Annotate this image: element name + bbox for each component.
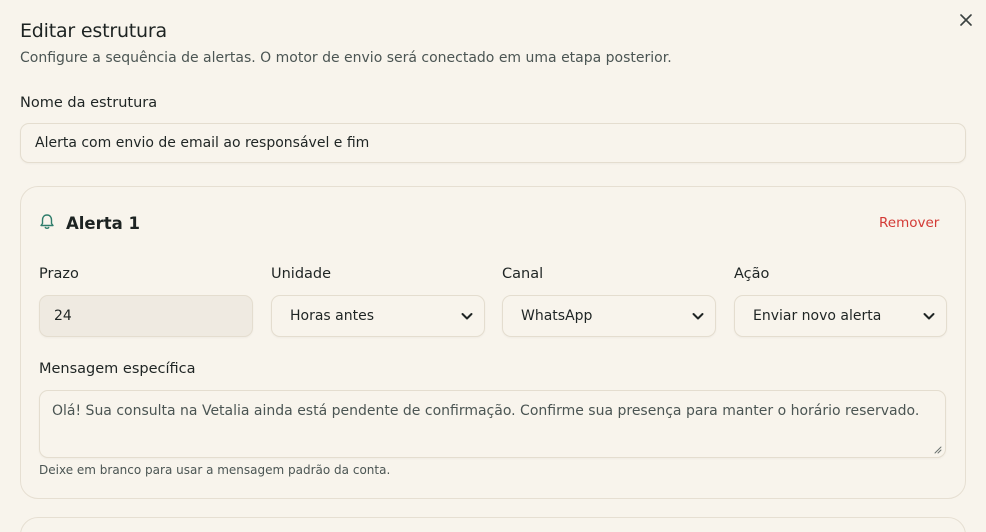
- canal-select[interactable]: WhatsApp: [502, 295, 716, 337]
- edit-structure-dialog: Editar estrutura Configure a sequência d…: [0, 0, 986, 532]
- acao-select[interactable]: Enviar novo alerta: [734, 295, 947, 337]
- prazo-label: Prazo: [39, 266, 79, 282]
- canal-label: Canal: [502, 266, 544, 282]
- chevron-down-icon: [461, 313, 473, 320]
- chevron-down-icon: [692, 313, 704, 320]
- structure-name-label: Nome da estrutura: [20, 95, 158, 111]
- close-icon: [960, 14, 972, 26]
- close-button[interactable]: [957, 11, 975, 29]
- next-alert-card: [20, 517, 966, 532]
- alert-title: Alerta 1: [66, 214, 141, 233]
- resize-handle-icon[interactable]: [932, 444, 942, 454]
- message-textarea[interactable]: Olá! Sua consulta na Vetalia ainda está …: [39, 390, 946, 458]
- unidade-label: Unidade: [271, 266, 332, 282]
- acao-label: Ação: [734, 266, 770, 282]
- dialog-title: Editar estrutura: [20, 20, 167, 42]
- bell-icon: [40, 214, 54, 229]
- remove-alert-button[interactable]: Remover: [879, 215, 939, 231]
- message-hint: Deixe em branco para usar a mensagem pad…: [39, 463, 391, 477]
- message-label: Mensagem específica: [39, 361, 196, 377]
- message-text: Olá! Sua consulta na Vetalia ainda está …: [52, 403, 920, 419]
- chevron-down-icon: [923, 313, 935, 320]
- structure-name-input[interactable]: [20, 123, 966, 163]
- unidade-select[interactable]: Horas antes: [271, 295, 485, 337]
- prazo-input[interactable]: 24: [39, 295, 253, 337]
- unidade-value: Horas antes: [290, 308, 375, 324]
- acao-value: Enviar novo alerta: [753, 308, 882, 324]
- dialog-subtitle: Configure a sequência de alertas. O moto…: [20, 50, 672, 66]
- prazo-value: 24: [54, 308, 72, 324]
- canal-value: WhatsApp: [521, 308, 593, 324]
